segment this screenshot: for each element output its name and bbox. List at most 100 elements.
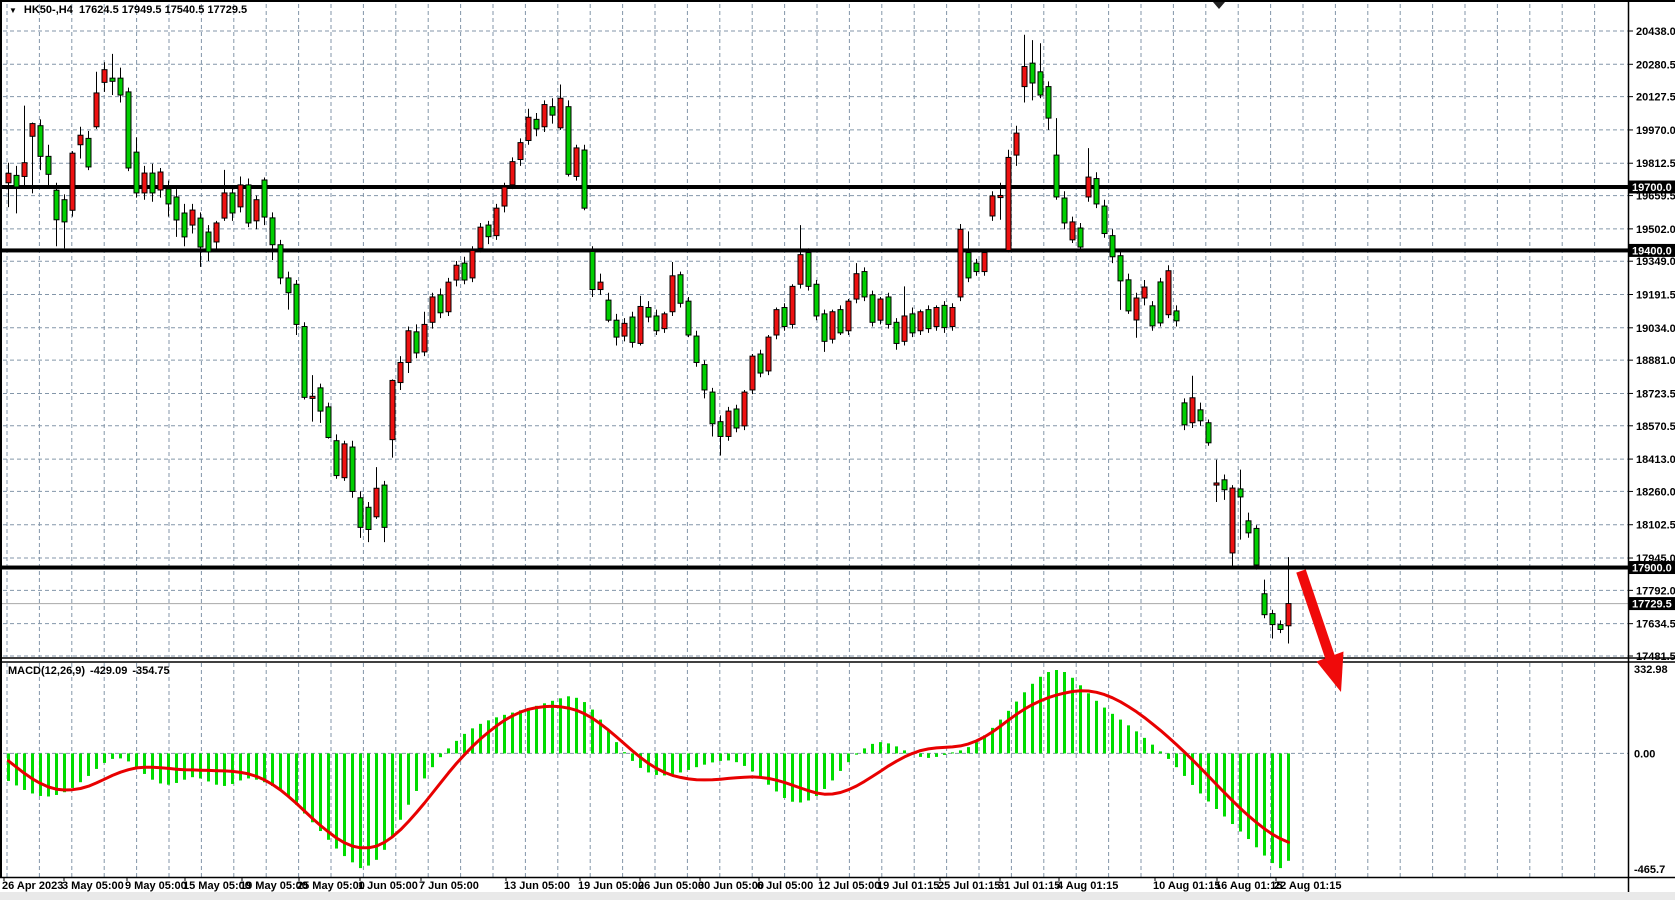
candle-body-bull [1022,67,1027,87]
time-tick-label: 31 Jul 01:15 [998,880,1060,892]
candle-body-bear [710,392,715,424]
candle [734,405,739,432]
candle-body-bear [646,308,651,318]
macd-histogram-bar [631,753,634,761]
candle [686,297,691,337]
macd-histogram-bar [1087,693,1090,753]
candle-body-bull [622,323,627,336]
candle [1206,420,1211,446]
candle-body-bull [454,265,459,280]
macd-histogram-bar [1151,745,1154,754]
candle-body-bull [6,173,11,183]
candle-body-bear [630,317,635,342]
candle-body-bear [686,301,691,335]
candle-body-bear [62,200,67,222]
candle [726,407,731,441]
candle-body-bear [550,107,555,115]
candle-body-bull [878,299,883,320]
candle-body-bull [598,282,603,289]
price-tick-label: 18413.0 [1636,454,1675,466]
candle [806,248,811,290]
candle [1150,301,1155,331]
candle-body-bear [126,92,131,168]
candle-body-bear [350,447,355,491]
macd-histogram-bar [671,753,674,774]
macd-histogram-bar [63,753,66,792]
macd-histogram-bar [871,744,874,754]
candle [982,250,987,275]
candle [862,267,867,301]
macd-histogram-bar [1271,753,1274,863]
candle [870,291,875,327]
candle-body-bull [254,200,259,221]
macd-histogram-bar [703,753,706,764]
candle-body-bear [1222,480,1227,490]
candle-body-bear [822,314,827,341]
candle-body-bear [862,272,867,297]
candle-body-bear [150,173,155,193]
time-tick-label: 22 Aug 01:15 [1274,880,1341,892]
candle-body-bear [206,232,211,252]
macd-histogram-bar [311,753,314,822]
macd-histogram-bar [327,753,330,839]
candle-body-bear [806,253,811,287]
candle-body-bear [1094,179,1099,204]
macd-histogram-bar [927,753,930,758]
chart-canvas[interactable]: 20438.020280.520127.519970.019812.519659… [0,0,1675,900]
candle [950,303,955,330]
candle-body-bear [966,253,971,278]
candle [478,223,483,253]
price-level-badge-label: 17900.0 [1632,563,1672,575]
candle-body-bull [310,396,315,398]
macd-histogram-bar [463,734,466,754]
macd-histogram-bar [951,752,954,753]
time-tick-label: 19 Jun 05:00 [578,880,644,892]
candle-body-bull [70,153,75,210]
footer-strip [0,892,1675,900]
candle-body-bear [14,175,19,187]
candle-body-bull [638,306,643,343]
candle-body-bull [1014,133,1019,155]
macd-histogram-bar [271,753,274,786]
candle-body-bull [390,380,395,439]
candle [1158,278,1163,327]
candle-body-bull [406,331,411,363]
candle [918,310,923,335]
candle [70,151,75,217]
candle [326,403,331,439]
macd-histogram-bar [1263,753,1266,855]
macd-axis-label: 0.00 [1634,748,1655,760]
macd-histogram-bar [111,753,114,759]
candle [766,335,771,375]
candle-body-bull [238,185,243,207]
candle-body-bear [262,180,267,217]
candle [342,441,347,481]
macd-histogram-bar [1079,685,1082,753]
time-tick-label: 4 Aug 01:15 [1057,880,1118,892]
candle [878,297,883,324]
macd-histogram-bar [695,753,698,767]
candle [590,246,595,297]
candle-body-bear [734,409,739,428]
candle-body-bear [110,78,115,81]
macd-histogram-bar [303,753,306,813]
macd-histogram-bar [975,742,978,753]
macd-histogram-bar [1279,753,1282,868]
candle-body-bear [1238,489,1243,497]
candle-body-bull [1134,298,1139,320]
candle-body-bull [750,356,755,390]
candle-body-bear [54,190,59,220]
window-top-border [0,0,1675,2]
macd-histogram-bar [143,753,146,774]
candle [1006,150,1011,253]
candle-body-bear [286,278,291,293]
candle-body-bull [510,162,515,185]
candle-body-bear [1182,403,1187,425]
candle-body-bear [926,310,931,329]
candle-body-bear [582,150,587,208]
macd-histogram-bar [815,753,818,796]
macd-histogram-bar [623,752,626,753]
macd-histogram-bar [799,753,802,802]
price-tick-label: 20127.5 [1636,92,1675,104]
time-tick-label: 9 May 05:00 [125,880,187,892]
